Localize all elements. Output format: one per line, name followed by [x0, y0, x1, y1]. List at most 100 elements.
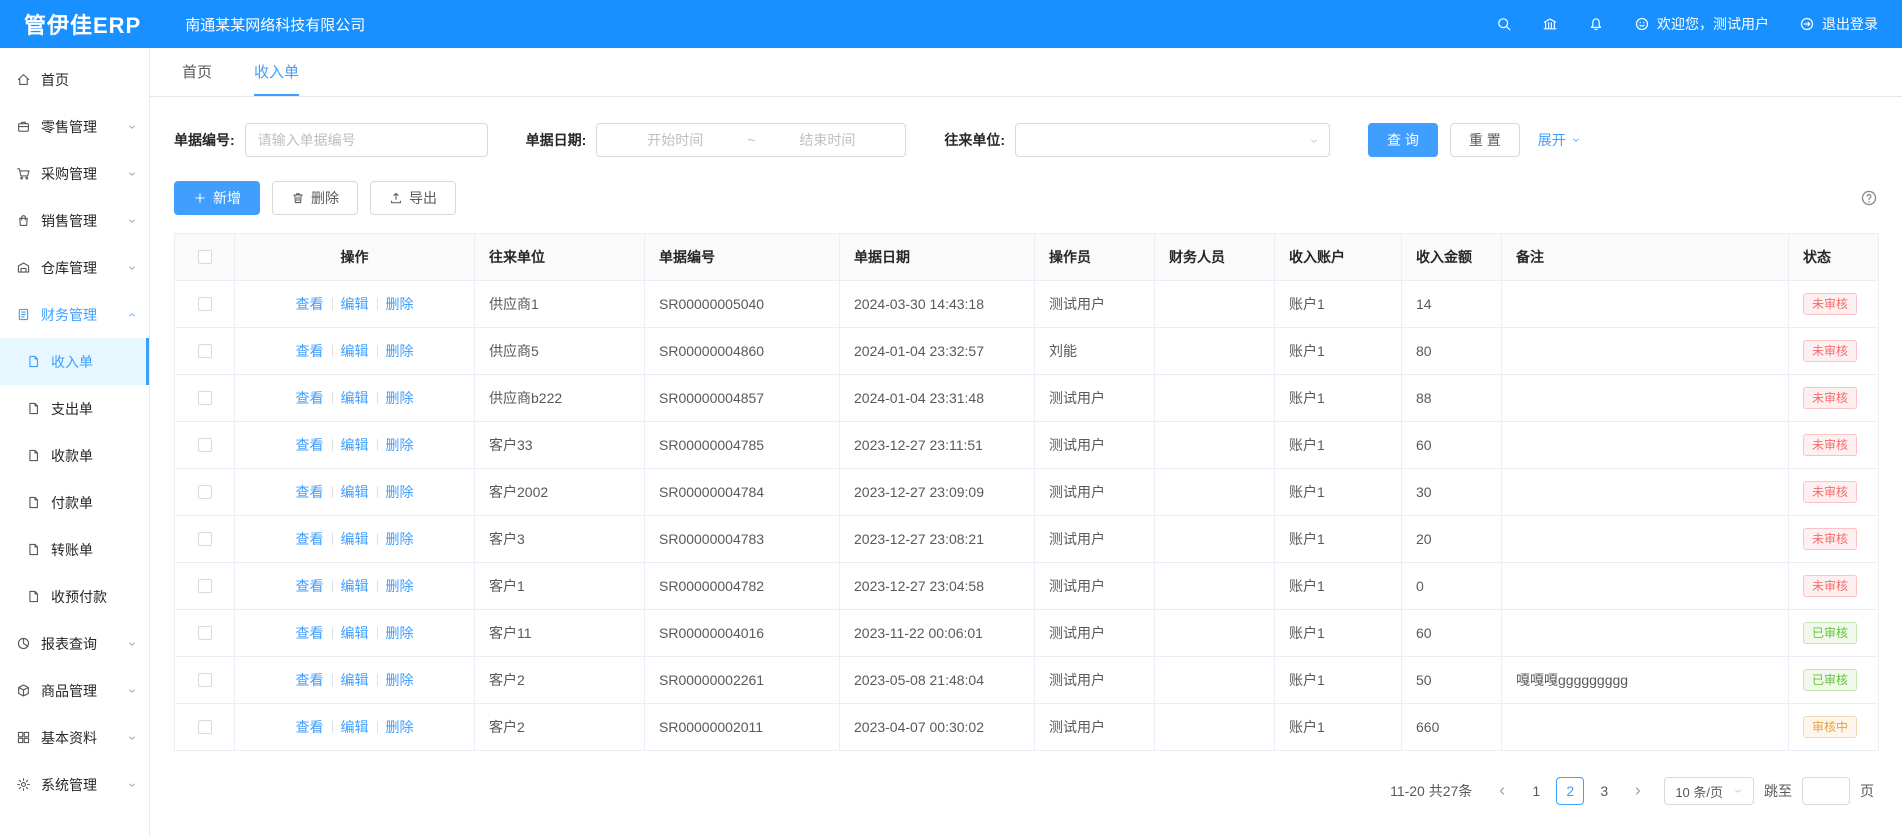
divider	[332, 580, 333, 592]
edit-link[interactable]: 编辑	[341, 437, 369, 453]
edit-link[interactable]: 编辑	[341, 484, 369, 500]
bell-icon[interactable]	[1588, 16, 1604, 32]
row-checkbox[interactable]	[198, 532, 212, 546]
table-row: 查看编辑删除客户3SR000000047832023-12-27 23:08:2…	[175, 516, 1879, 563]
sidebar-item-label: 首页	[41, 70, 69, 90]
cell-income-amount: 20	[1416, 531, 1432, 547]
search-icon[interactable]	[1496, 16, 1512, 32]
row-checkbox[interactable]	[198, 391, 212, 405]
edit-link[interactable]: 编辑	[341, 296, 369, 312]
sidebar-item-basic[interactable]: 基本资料	[0, 714, 149, 761]
row-checkbox[interactable]	[198, 297, 212, 311]
edit-link[interactable]: 编辑	[341, 343, 369, 359]
view-link[interactable]: 查看	[296, 437, 324, 453]
doc-icon	[26, 589, 41, 604]
bill-code-input[interactable]	[245, 123, 488, 157]
export-button[interactable]: 导出	[370, 181, 456, 215]
cell-income-account: 账户1	[1289, 437, 1325, 453]
edit-link[interactable]: 编辑	[341, 578, 369, 594]
view-link[interactable]: 查看	[296, 296, 324, 312]
sidebar-subitem-advance[interactable]: 收预付款	[0, 573, 149, 620]
delete-link[interactable]: 删除	[386, 531, 414, 547]
partner-select[interactable]	[1015, 123, 1330, 157]
topbar: 管伊佳ERP 南通某某网络科技有限公司 欢迎您，测试用户 退出登录	[0, 0, 1902, 48]
edit-link[interactable]: 编辑	[341, 719, 369, 735]
tab-income[interactable]: 收入单	[254, 48, 299, 96]
delete-button[interactable]: 删除	[272, 181, 358, 215]
sidebar-subitem-receipt[interactable]: 收款单	[0, 432, 149, 479]
welcome-user[interactable]: 欢迎您，测试用户	[1634, 14, 1769, 34]
edit-link[interactable]: 编辑	[341, 672, 369, 688]
sidebar-item-label: 基本资料	[41, 728, 97, 748]
edit-link[interactable]: 编辑	[341, 625, 369, 641]
sidebar-item-warehouse[interactable]: 仓库管理	[0, 244, 149, 291]
help-icon[interactable]	[1860, 189, 1878, 207]
next-page-button[interactable]	[1624, 777, 1652, 805]
chevron-down-icon	[127, 122, 137, 132]
view-link[interactable]: 查看	[296, 625, 324, 641]
divider	[377, 580, 378, 592]
sidebar-subitem-payment[interactable]: 付款单	[0, 479, 149, 526]
view-link[interactable]: 查看	[296, 390, 324, 406]
logout-button[interactable]: 退出登录	[1799, 14, 1878, 34]
view-link[interactable]: 查看	[296, 672, 324, 688]
prev-page-button[interactable]	[1488, 777, 1516, 805]
date-range-picker[interactable]: 开始时间 ~ 结束时间	[596, 123, 906, 157]
expand-link[interactable]: 展开	[1538, 130, 1581, 150]
delete-link[interactable]: 删除	[386, 625, 414, 641]
delete-link[interactable]: 删除	[386, 484, 414, 500]
reset-button[interactable]: 重 置	[1450, 123, 1520, 157]
sidebar-item-sales[interactable]: 销售管理	[0, 197, 149, 244]
row-checkbox[interactable]	[198, 673, 212, 687]
sidebar-item-label: 零售管理	[41, 117, 97, 137]
sidebar-item-label: 仓库管理	[41, 258, 97, 278]
row-checkbox[interactable]	[198, 438, 212, 452]
sidebar-item-system[interactable]: 系统管理	[0, 761, 149, 808]
search-button[interactable]: 查 询	[1368, 123, 1438, 157]
sidebar-subitem-income[interactable]: 收入单	[0, 338, 149, 385]
sidebar-item-home[interactable]: 首页	[0, 56, 149, 103]
delete-link[interactable]: 删除	[386, 719, 414, 735]
page-size-select[interactable]: 10 条/页	[1664, 777, 1754, 805]
sidebar-item-finance[interactable]: 财务管理	[0, 291, 149, 338]
sidebar-subitem-expense[interactable]: 支出单	[0, 385, 149, 432]
add-button[interactable]: 新增	[174, 181, 260, 215]
bank-icon[interactable]	[1542, 16, 1558, 32]
tab-home[interactable]: 首页	[182, 48, 212, 96]
row-checkbox[interactable]	[198, 485, 212, 499]
view-link[interactable]: 查看	[296, 484, 324, 500]
row-checkbox[interactable]	[198, 720, 212, 734]
cell-income-amount: 50	[1416, 672, 1432, 688]
page-button-1[interactable]: 1	[1522, 777, 1550, 805]
column-header: 财务人员	[1169, 249, 1225, 265]
row-checkbox[interactable]	[198, 626, 212, 640]
page-button-2[interactable]: 2	[1556, 777, 1584, 805]
view-link[interactable]: 查看	[296, 719, 324, 735]
row-checkbox[interactable]	[198, 579, 212, 593]
table-row: 查看编辑删除客户1SR000000047822023-12-27 23:04:5…	[175, 563, 1879, 610]
delete-link[interactable]: 删除	[386, 672, 414, 688]
sidebar-item-purchase[interactable]: 采购管理	[0, 150, 149, 197]
delete-link[interactable]: 删除	[386, 343, 414, 359]
sidebar-item-report[interactable]: 报表查询	[0, 620, 149, 667]
column-header: 收入账户	[1289, 249, 1345, 265]
page-button-3[interactable]: 3	[1590, 777, 1618, 805]
edit-link[interactable]: 编辑	[341, 531, 369, 547]
delete-link[interactable]: 删除	[386, 390, 414, 406]
cell-bill-code: SR00000004857	[659, 390, 764, 406]
cell-income-amount: 0	[1416, 578, 1424, 594]
edit-link[interactable]: 编辑	[341, 390, 369, 406]
sidebar-subitem-transfer[interactable]: 转账单	[0, 526, 149, 573]
view-link[interactable]: 查看	[296, 578, 324, 594]
delete-link[interactable]: 删除	[386, 296, 414, 312]
goto-page-input[interactable]	[1802, 777, 1850, 805]
delete-link[interactable]: 删除	[386, 437, 414, 453]
table-row: 查看编辑删除供应商5SR000000048602024-01-04 23:32:…	[175, 328, 1879, 375]
view-link[interactable]: 查看	[296, 343, 324, 359]
row-checkbox[interactable]	[198, 344, 212, 358]
view-link[interactable]: 查看	[296, 531, 324, 547]
sidebar-item-goods[interactable]: 商品管理	[0, 667, 149, 714]
sidebar-item-retail[interactable]: 零售管理	[0, 103, 149, 150]
select-all-checkbox[interactable]	[198, 250, 212, 264]
delete-link[interactable]: 删除	[386, 578, 414, 594]
